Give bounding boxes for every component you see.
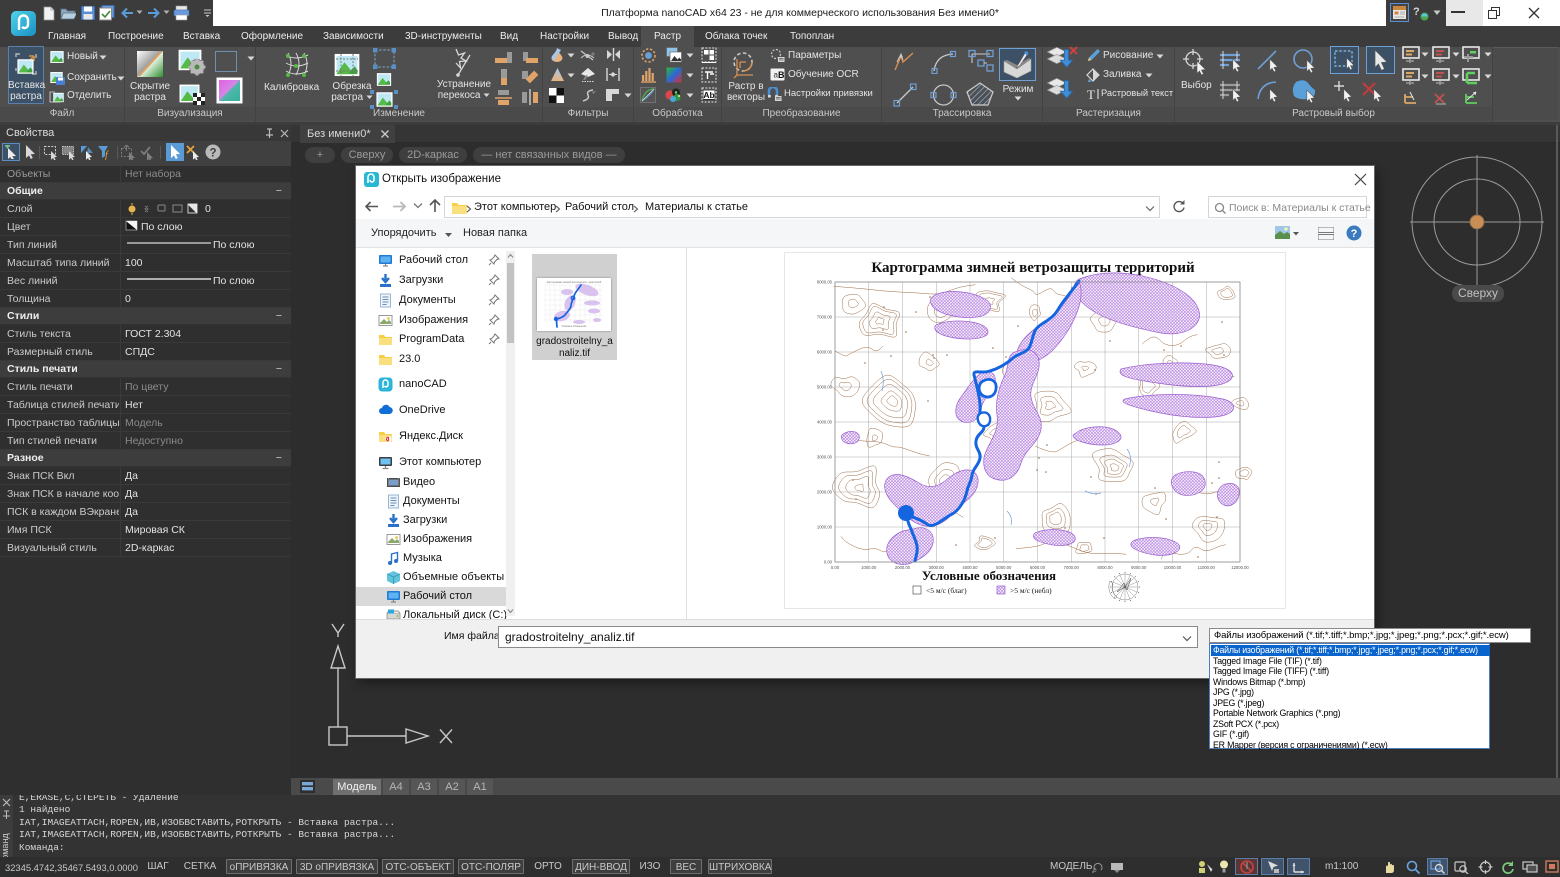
svg-text:?: ? [1351, 228, 1358, 240]
svg-text:6000.00: 6000.00 [817, 350, 833, 355]
svg-text:10000.00: 10000.00 [1164, 565, 1182, 570]
svg-text:f: f [105, 150, 109, 160]
svg-text:0.00: 0.00 [824, 560, 833, 565]
svg-text:0.00: 0.00 [831, 565, 840, 570]
svg-text:8000.00: 8000.00 [1097, 565, 1113, 570]
svg-text:1000.00: 1000.00 [861, 565, 877, 570]
svg-text:11000.00: 11000.00 [1198, 565, 1216, 570]
svg-text:4000.00: 4000.00 [817, 420, 833, 425]
svg-text:B: B [778, 70, 785, 80]
svg-text:̥₀: ̥₀ [1092, 863, 1097, 873]
svg-text:2000.00: 2000.00 [817, 490, 833, 495]
svg-text:Условные обозначения: Условные обозначения [562, 326, 588, 328]
svg-text:3000.00: 3000.00 [817, 455, 833, 460]
svg-text:>5 м/с (небл): >5 м/с (небл) [1010, 586, 1052, 595]
svg-text:Картограмма зимней ветрозащиты: Картограмма зимней ветрозащиты территори… [871, 260, 1195, 276]
svg-text:1000.00: 1000.00 [817, 525, 833, 530]
svg-text:2000.00: 2000.00 [895, 565, 911, 570]
svg-text:?: ? [209, 148, 216, 160]
svg-text:Ab: Ab [703, 90, 714, 100]
svg-text:8000.00: 8000.00 [817, 280, 833, 285]
svg-text:<5 м/с (благ): <5 м/с (благ) [926, 586, 967, 595]
svg-text:12000.00: 12000.00 [1231, 565, 1249, 570]
svg-text:7000.00: 7000.00 [1064, 565, 1080, 570]
svg-text:Условные обозначения: Условные обозначения [922, 568, 1056, 583]
svg-text:9000.00: 9000.00 [1131, 565, 1147, 570]
svg-text:7000.00: 7000.00 [817, 315, 833, 320]
svg-text:Картограмма зимней ветрозащиты: Картограмма зимней ветрозащиты территори… [547, 281, 602, 284]
svg-text:5000.00: 5000.00 [817, 385, 833, 390]
svg-text:T: T [1087, 87, 1095, 101]
